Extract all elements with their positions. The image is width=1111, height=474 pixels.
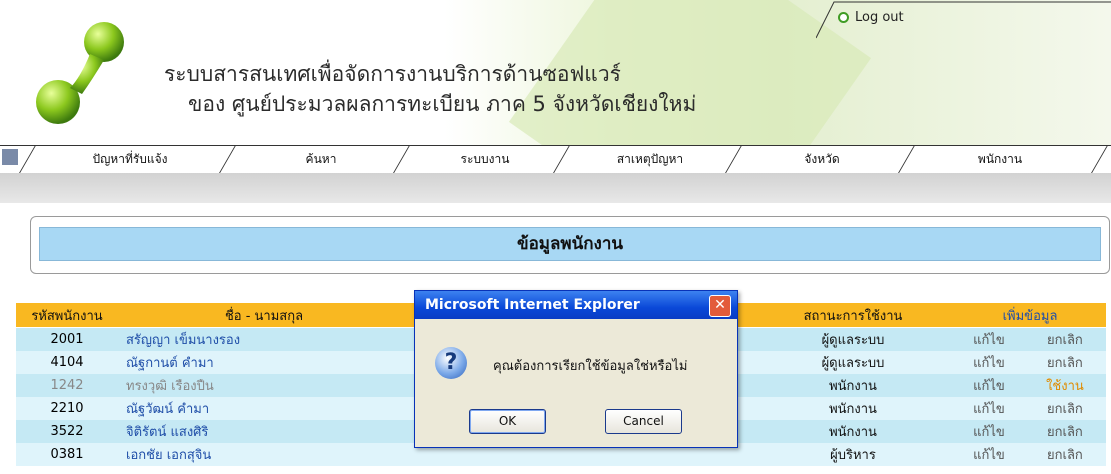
dialog-message: คุณต้องการเรียกใช้ข้อมูลใช่หรือไม่ xyxy=(493,359,688,374)
employee-name-link[interactable]: ณัฐกานต์ คำมา xyxy=(118,351,410,374)
cancel-link[interactable]: ยกเลิก xyxy=(1023,327,1106,351)
nav-separator xyxy=(217,146,236,176)
dialog-title[interactable]: Microsoft Internet Explorer xyxy=(415,291,737,319)
nav-item-systems[interactable]: ระบบงาน xyxy=(410,146,560,173)
employee-code: 2001 xyxy=(16,327,118,351)
edit-link[interactable]: แก้ไข xyxy=(954,397,1024,420)
status-dot-icon xyxy=(838,12,849,23)
edit-link[interactable]: แก้ไข xyxy=(954,327,1024,351)
ok-button[interactable]: OK xyxy=(469,409,546,434)
sub-bar xyxy=(0,173,1111,203)
nav-item-provinces[interactable]: จังหวัด xyxy=(742,146,902,173)
employee-name-link[interactable]: จิติรัตน์ แสงศิริ xyxy=(118,420,410,443)
confirm-dialog: Microsoft Internet Explorer ✕ ? คุณต้องก… xyxy=(414,290,738,448)
nav-item-reported-problems[interactable]: ปัญหาที่รับแจ้ง xyxy=(40,146,220,173)
edit-link[interactable]: แก้ไข xyxy=(954,351,1024,374)
employee-code: 1242 xyxy=(16,374,118,397)
logout-link[interactable]: Log out xyxy=(838,10,904,25)
employee-code: 3522 xyxy=(16,420,118,443)
cancel-link[interactable]: ยกเลิก xyxy=(1023,420,1106,443)
nav-item-problem-causes[interactable]: สาเหตุปัญหา xyxy=(570,146,730,173)
cancel-link[interactable]: ยกเลิก xyxy=(1023,443,1106,466)
close-icon[interactable]: ✕ xyxy=(709,295,731,317)
app-title-line1: ระบบสารสนเทศเพื่อจัดการงานบริการด้านซอฟแ… xyxy=(164,62,621,86)
employee-status: พนักงาน xyxy=(752,397,954,420)
nav-item-search[interactable]: ค้นหา xyxy=(236,146,406,173)
employee-status: ผู้ดูแลระบบ xyxy=(752,327,954,351)
activate-link[interactable]: ใช้งาน xyxy=(1023,374,1106,397)
cancel-link[interactable]: ยกเลิก xyxy=(1023,397,1106,420)
edit-link[interactable]: แก้ไข xyxy=(954,443,1024,466)
app-title-line2: ของ ศูนย์ประมวลผลการทะเบียน ภาค 5 จังหวั… xyxy=(188,92,697,116)
nav-separator xyxy=(1089,146,1108,176)
col-header-status: สถานะการใช้งาน xyxy=(752,303,954,328)
employee-name-link[interactable]: สรัญญา เข็มนางรอง xyxy=(118,327,410,351)
nav-separator xyxy=(17,146,36,176)
section-panel: ข้อมูลพนักงาน xyxy=(30,216,1110,274)
cancel-link[interactable]: ยกเลิก xyxy=(1023,351,1106,374)
col-header-name: ชื่อ - นามสกุล xyxy=(118,303,410,328)
question-icon: ? xyxy=(435,347,467,379)
employee-name-link[interactable]: เอกชัย เอกสุจิน xyxy=(118,443,410,466)
header: ระบบสารสนเทศเพื่อจัดการงานบริการด้านซอฟแ… xyxy=(0,0,1111,145)
edit-link[interactable]: แก้ไข xyxy=(954,420,1024,443)
employee-code: 4104 xyxy=(16,351,118,374)
employee-code: 2210 xyxy=(16,397,118,420)
employee-status: ผู้บริหาร xyxy=(752,443,954,466)
section-title: ข้อมูลพนักงาน xyxy=(39,227,1101,261)
nav-item-employees[interactable]: พนักงาน xyxy=(915,146,1085,173)
employee-name-link[interactable]: ทรงวุฒิ เรืองปืน xyxy=(118,374,410,397)
employee-code: 0381 xyxy=(16,443,118,466)
employee-status: พนักงาน xyxy=(752,420,954,443)
logo-icon xyxy=(36,22,124,124)
main-nav: ปัญหาที่รับแจ้ง ค้นหา ระบบงาน สาเหตุปัญห… xyxy=(0,145,1111,176)
employee-status: ผู้ดูแลระบบ xyxy=(752,351,954,374)
employee-name-link[interactable]: ณัฐวัฒน์ คำมา xyxy=(118,397,410,420)
add-data-link[interactable]: เพิ่มข้อมูล xyxy=(954,303,1106,328)
home-icon[interactable] xyxy=(2,149,18,165)
cancel-button[interactable]: Cancel xyxy=(605,409,682,434)
edit-link[interactable]: แก้ไข xyxy=(954,374,1024,397)
employee-status: พนักงาน xyxy=(752,374,954,397)
logout-label: Log out xyxy=(855,10,904,25)
col-header-code: รหัสพนักงาน xyxy=(16,303,118,328)
